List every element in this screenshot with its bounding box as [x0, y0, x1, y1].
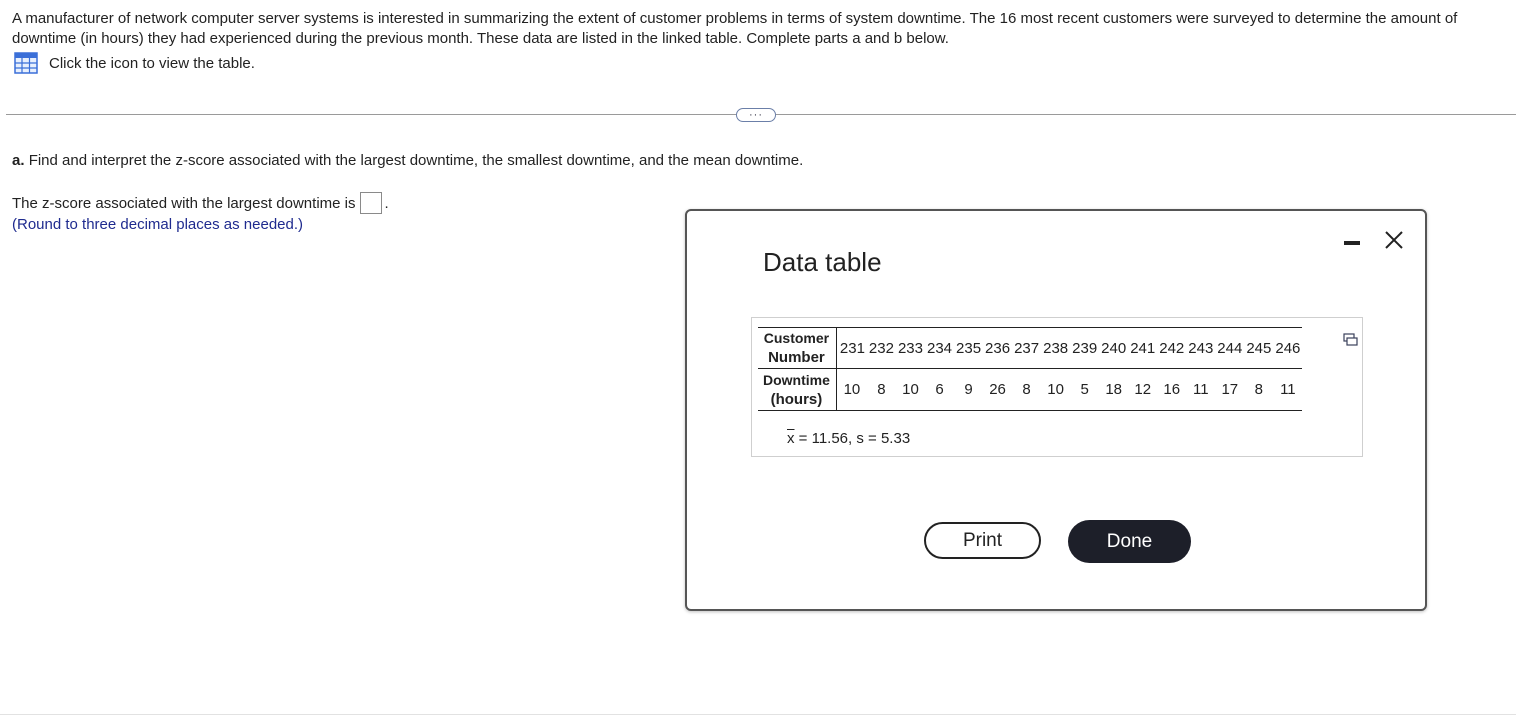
- customer-number-cell: 240: [1099, 327, 1129, 369]
- downtime-cell: 12: [1128, 368, 1158, 411]
- minimize-button[interactable]: [1339, 231, 1365, 253]
- z-score-answer-input[interactable]: [360, 192, 383, 214]
- view-table-link[interactable]: Click the icon to view the table.: [14, 52, 255, 74]
- downtime-cell: 18: [1099, 368, 1129, 411]
- downtime-cell: 10: [836, 368, 867, 411]
- part-a-question: a. Find and interpret the z-score associ…: [12, 152, 803, 169]
- problem-statement: A manufacturer of network computer serve…: [12, 10, 1458, 47]
- minimize-icon[interactable]: [1344, 241, 1360, 245]
- part-a-label: a.: [12, 152, 25, 169]
- downtime-cell: 10: [1041, 368, 1071, 411]
- s-value: s = 5.33: [856, 430, 911, 447]
- xbar-value: = 11.56,: [798, 430, 853, 447]
- customer-number-row: Customer Number 231 232 233 234 235 236 237 238…: [758, 327, 1303, 369]
- downtime-cell: 6: [924, 368, 955, 411]
- customer-number-cell: 239: [1070, 327, 1100, 369]
- customer-number-cell: 236: [983, 327, 1013, 369]
- view-table-label[interactable]: Click the icon to view the table.: [49, 55, 255, 72]
- done-button[interactable]: Done: [1068, 520, 1191, 563]
- data-table-dialog: Data table Customer Number 231 232 233 234 2…: [685, 209, 1427, 611]
- customer-number-cell: 237: [1012, 327, 1042, 369]
- downtime-cell: 26: [983, 368, 1013, 411]
- bottom-border: [0, 714, 1516, 715]
- customer-number-cell: 245: [1244, 327, 1274, 369]
- customer-number-cell: 232: [866, 327, 896, 369]
- answer-prompt: The z-score associated with the largest …: [12, 194, 356, 212]
- downtime-cell: 8: [1012, 368, 1042, 411]
- customer-number-cell: 233: [895, 327, 925, 369]
- downtime-header: Downtime (hours): [758, 368, 837, 411]
- downtime-cell: 11: [1186, 368, 1216, 411]
- customer-number-cell: 231: [836, 327, 867, 369]
- downtime-cell: 5: [1070, 368, 1100, 411]
- customer-number-header: Customer Number: [758, 327, 837, 369]
- xbar-symbol: x: [787, 430, 795, 447]
- expand-button[interactable]: ···: [736, 108, 776, 122]
- customer-number-cell: 241: [1128, 327, 1158, 369]
- downtime-row: Downtime (hours) 10 8 10 6 9 26 8 10 5 18 12 16 11 17…: [758, 368, 1303, 411]
- downtime-cell: 8: [1244, 368, 1274, 411]
- customer-number-cell: 246: [1273, 327, 1303, 369]
- downtime-cell: 8: [866, 368, 896, 411]
- customer-number-cell: 235: [954, 327, 984, 369]
- downtime-cell: 17: [1215, 368, 1245, 411]
- print-button[interactable]: Print: [924, 522, 1041, 559]
- downtime-cell: 11: [1273, 368, 1303, 411]
- dialog-title: Data table: [763, 247, 882, 277]
- customer-number-cell: 244: [1215, 327, 1245, 369]
- copy-icon[interactable]: [1343, 333, 1358, 347]
- close-button[interactable]: [1383, 229, 1405, 251]
- downtime-cell: 16: [1157, 368, 1187, 411]
- customer-number-cell: 234: [924, 327, 955, 369]
- downtime-cell: 9: [954, 368, 984, 411]
- answer-period: .: [384, 194, 389, 212]
- rounding-note: (Round to three decimal places as needed…: [12, 216, 304, 233]
- downtime-cell: 10: [895, 368, 925, 411]
- summary-stats: x = 11.56, s = 5.33: [787, 430, 910, 447]
- close-icon[interactable]: [1383, 229, 1405, 251]
- part-a-text: Find and interpret the z-score associate…: [28, 152, 804, 169]
- customer-number-cell: 238: [1041, 327, 1071, 369]
- table-grid-icon[interactable]: [14, 52, 38, 74]
- customer-number-cell: 243: [1186, 327, 1216, 369]
- answer-line: The z-score associated with the largest …: [12, 192, 389, 214]
- data-table: Customer Number 231 232 233 234 235 236 237 238…: [758, 327, 1303, 411]
- data-table-frame: Customer Number 231 232 233 234 235 236 237 238…: [751, 317, 1363, 457]
- customer-number-cell: 242: [1157, 327, 1187, 369]
